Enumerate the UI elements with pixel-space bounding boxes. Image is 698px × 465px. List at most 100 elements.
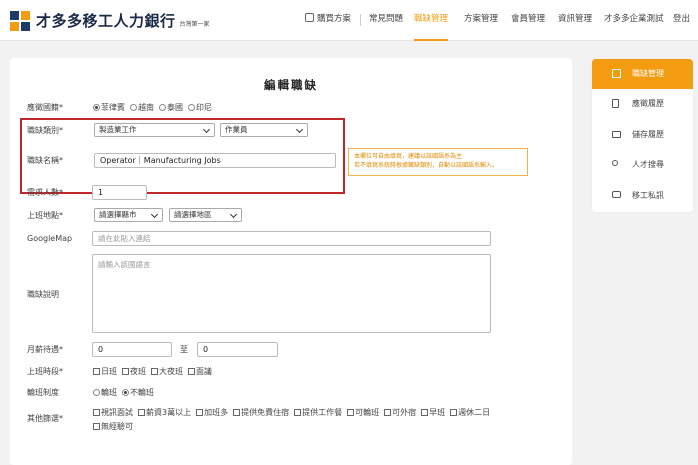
nationality-option[interactable]: 越南 xyxy=(130,102,154,113)
select-value: 請選擇地區 xyxy=(174,210,212,219)
benefit-option[interactable]: 早班 xyxy=(421,407,445,418)
nav-divider xyxy=(360,14,361,26)
option-label: 薪資3萬以上 xyxy=(146,408,192,417)
nav-label: 購買方案 xyxy=(317,14,352,24)
benefit-option[interactable]: 可輪班 xyxy=(347,407,379,418)
nav-info-management[interactable]: 資訊管理 xyxy=(558,0,592,41)
brand-name: 才多多移工人力銀行 xyxy=(36,12,176,30)
shift-option[interactable]: 大夜班 xyxy=(151,366,183,377)
nationality-option[interactable]: 印尼 xyxy=(188,102,212,113)
option-label: 提供免費住宿 xyxy=(241,408,290,417)
nationality-option[interactable]: 泰國 xyxy=(159,102,183,113)
checkbox-icon xyxy=(294,409,302,416)
nav-plan-management[interactable]: 方案管理 xyxy=(464,0,498,41)
nationality-radio-group: 菲律賓 越南 泰國 印尼 xyxy=(93,102,217,113)
chevron-down-icon xyxy=(295,125,304,134)
rotation-option[interactable]: 不輪班 xyxy=(122,387,154,398)
nav-buy-plan[interactable]: 購買方案 xyxy=(305,0,351,41)
rotation-option[interactable]: 輪班 xyxy=(93,387,117,398)
chevron-down-icon xyxy=(150,210,159,219)
headcount-input[interactable]: 1 xyxy=(92,185,147,200)
checkbox-icon xyxy=(233,409,241,416)
checkbox-icon xyxy=(421,409,429,416)
option-label: 早班 xyxy=(429,408,446,417)
checkbox-icon xyxy=(93,368,100,375)
shift-option[interactable]: 面議 xyxy=(188,366,212,377)
nav-logout[interactable]: 登出 xyxy=(673,0,690,41)
option-label: 提供工作餐 xyxy=(302,408,343,417)
benefits-label: 其他篩選* xyxy=(27,414,63,423)
radio-icon xyxy=(130,104,137,111)
benefit-option[interactable]: 無經驗可 xyxy=(93,421,133,432)
side-menu: 職缺管理 應徵履歷 儲存履歷 人才搜尋 移工私訊 xyxy=(592,59,693,212)
job-name-input[interactable]: Operator｜Manufacturing Jobs xyxy=(94,153,336,168)
benefit-option[interactable]: 視訊面試 xyxy=(93,407,133,418)
brand-tagline: 台灣第一家 xyxy=(179,21,210,28)
city-select[interactable]: 請選擇縣市 xyxy=(94,208,163,222)
select-value: 作業員 xyxy=(225,125,248,134)
chevron-down-icon xyxy=(202,125,211,134)
side-item-job-management[interactable]: 職缺管理 xyxy=(592,59,693,89)
shift-option[interactable]: 夜班 xyxy=(122,366,146,377)
benefit-option[interactable]: 可外宿 xyxy=(384,407,416,418)
nationality-label: 應徵國籍* xyxy=(27,103,63,112)
benefits-checkbox-group-row2: 無經驗可 xyxy=(93,421,138,432)
salary-range-separator: 至 xyxy=(180,345,188,354)
side-item-messages[interactable]: 移工私訊 xyxy=(592,181,693,211)
brand-logo[interactable]: 才多多移工人力銀行 台灣第一家 xyxy=(10,10,210,31)
checkbox-icon xyxy=(151,368,158,375)
benefit-option[interactable]: 提供工作餐 xyxy=(294,407,342,418)
logo-mark-icon xyxy=(10,10,30,31)
googlemap-input[interactable]: 請在此貼入連結 xyxy=(92,231,491,246)
salary-min-input[interactable]: 0 xyxy=(92,342,172,357)
checkbox-icon xyxy=(93,423,100,430)
radio-icon xyxy=(93,389,100,396)
select-value: 製造業工作 xyxy=(99,125,137,134)
option-label: 輪班 xyxy=(101,388,117,397)
salary-label: 月薪待遇* xyxy=(27,345,63,354)
side-item-talent-search[interactable]: 人才搜尋 xyxy=(592,150,693,180)
salary-max-input[interactable]: 0 xyxy=(197,342,278,357)
checkbox-icon xyxy=(122,368,129,375)
nav-job-management[interactable]: 職缺管理 xyxy=(414,0,449,41)
job-name-hint: 本欄位可自由填寫，建議以該國語系為主 若不填寫系統將根據職缺類別，自動以該國語系… xyxy=(348,148,528,176)
side-item-label: 儲存履歷 xyxy=(632,130,664,139)
option-label: 可輪班 xyxy=(355,408,380,417)
chat-icon xyxy=(612,191,621,198)
page-title: 編輯職缺 xyxy=(264,78,318,92)
option-label: 週休二日 xyxy=(458,408,491,417)
option-label: 大夜班 xyxy=(159,367,183,376)
shift-option[interactable]: 日班 xyxy=(93,366,117,377)
option-label: 夜班 xyxy=(130,367,146,376)
benefit-option[interactable]: 加班多 xyxy=(196,407,228,418)
category-label: 職缺類別* xyxy=(27,126,63,135)
benefit-option[interactable]: 提供免費住宿 xyxy=(233,407,289,418)
checkbox-icon xyxy=(188,368,195,375)
option-label: 面議 xyxy=(196,367,212,376)
folder-icon xyxy=(612,131,621,138)
district-select[interactable]: 請選擇地區 xyxy=(169,208,242,222)
select-value: 請選擇縣市 xyxy=(99,210,137,219)
benefit-option[interactable]: 薪資3萬以上 xyxy=(138,407,191,418)
checkbox-icon xyxy=(138,409,145,416)
subcategory-select[interactable]: 作業員 xyxy=(220,123,308,137)
radio-icon xyxy=(159,104,166,111)
side-item-label: 移工私訊 xyxy=(632,191,664,200)
nav-member-management[interactable]: 會員管理 xyxy=(511,0,545,41)
shift-time-checkbox-group: 日班 夜班 大夜班 面議 xyxy=(93,366,217,377)
side-item-label: 人才搜尋 xyxy=(632,160,664,169)
checkbox-icon xyxy=(347,409,355,416)
headcount-label: 需求人數* xyxy=(27,188,63,197)
nav-faq[interactable]: 常見問題 xyxy=(369,0,403,41)
option-label: 不輪班 xyxy=(130,388,154,397)
benefit-option[interactable]: 週休二日 xyxy=(450,407,490,418)
nationality-option[interactable]: 菲律賓 xyxy=(93,102,125,113)
side-item-applications[interactable]: 應徵履歷 xyxy=(592,89,693,119)
description-textarea[interactable]: 請輸入該國語言 xyxy=(92,254,491,333)
user-search-icon xyxy=(612,160,618,166)
side-item-saved-resumes[interactable]: 儲存履歷 xyxy=(592,120,693,150)
nav-company-account[interactable]: 才多多企業測試 xyxy=(604,0,664,41)
category-select[interactable]: 製造業工作 xyxy=(94,123,215,137)
top-header: 才多多移工人力銀行 台灣第一家 購買方案 常見問題 職缺管理 方案管理 會員管理… xyxy=(0,0,698,41)
location-label: 上班地點* xyxy=(27,211,63,220)
